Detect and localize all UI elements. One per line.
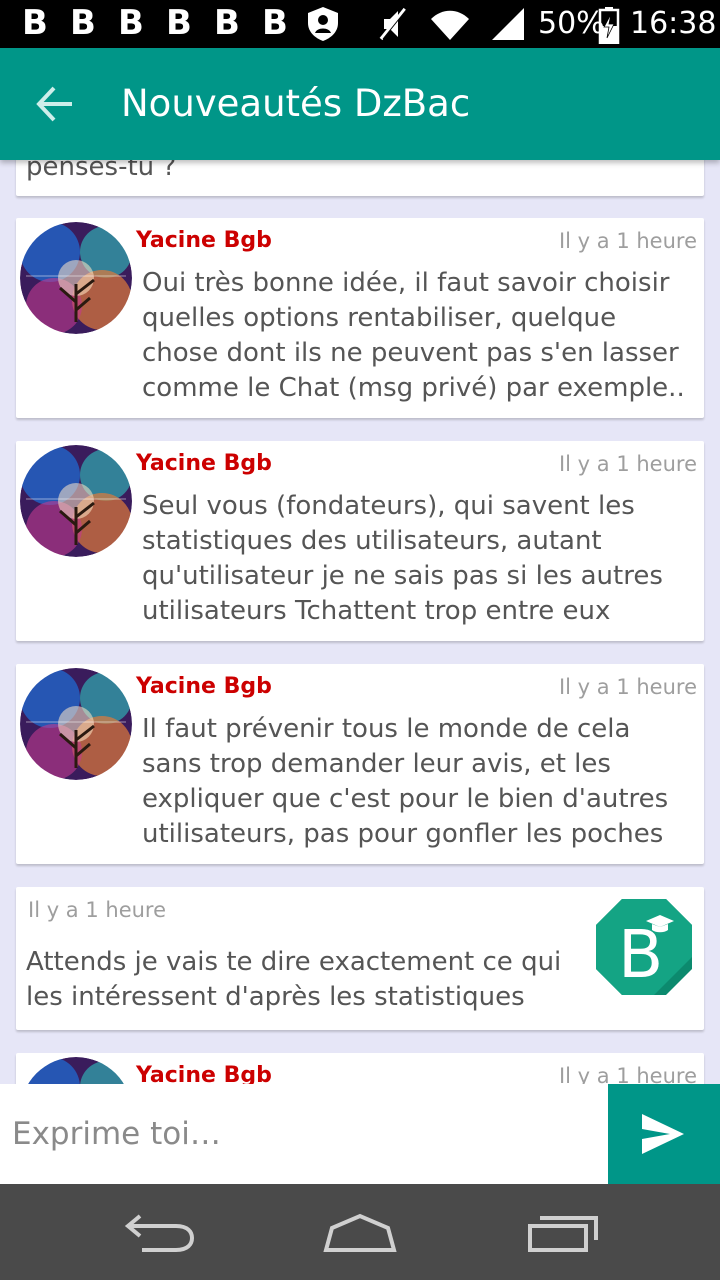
avatar[interactable] <box>20 222 132 334</box>
avatar[interactable] <box>20 445 132 557</box>
nav-home-icon <box>323 1213 397 1252</box>
message-time: Il y a 1 heure <box>558 229 697 253</box>
b-notification-icon: B <box>214 3 240 43</box>
message-card[interactable]: Yacine Bgb Il y a 1 heure Oui très bonne… <box>16 218 704 418</box>
message-time: Il y a 1 heure <box>558 675 697 699</box>
nav-back-icon <box>124 1214 195 1252</box>
message-composer <box>0 1084 720 1184</box>
dreamer-avatar-image <box>20 445 132 557</box>
message-text: Il faut prévenir tous le monde de cela s… <box>142 714 669 849</box>
message-input[interactable] <box>0 1084 596 1184</box>
back-button[interactable] <box>24 76 88 132</box>
status-bar: B B B B B B 50% 16:38 <box>0 0 720 48</box>
dreamer-avatar-image <box>20 668 132 780</box>
battery-percent: 50% <box>538 6 605 41</box>
nav-recents-icon <box>528 1216 598 1252</box>
b-notification-icon: B <box>118 3 144 43</box>
message-text: Oui très bonne idée, il faut savoir choi… <box>142 268 685 403</box>
nav-back-button[interactable] <box>120 1208 200 1258</box>
nav-home-button[interactable] <box>320 1208 400 1258</box>
author-name[interactable]: Yacine Bgb <box>136 226 272 256</box>
message-text: Seul vous (fondateurs), qui savent les s… <box>142 491 663 626</box>
message-card[interactable]: Yacine Bgb Il y a 1 heure Seul vous (fon… <box>16 441 704 641</box>
app-bar: Nouveautés DzBac <box>0 48 720 160</box>
avatar[interactable] <box>20 668 132 780</box>
nav-recents-button[interactable] <box>524 1208 604 1258</box>
battery-charging-icon <box>598 7 620 44</box>
signal-icon <box>492 8 524 40</box>
author-name[interactable]: Yacine Bgb <box>136 672 272 702</box>
b-notification-icon: B <box>70 3 96 43</box>
message-card[interactable]: Yacine Bgb Il y a 1 heure Il faut préven… <box>16 664 704 864</box>
author-name[interactable]: Yacine Bgb <box>136 449 272 479</box>
shield-icon <box>308 7 338 41</box>
dreamer-avatar-image <box>20 222 132 334</box>
arrow-back-icon <box>36 86 72 122</box>
message-card[interactable]: Il y a 1 heure Attends je vais te dire e… <box>16 887 704 1030</box>
b-notification-icon: B <box>22 3 48 43</box>
send-icon <box>642 1114 684 1154</box>
page-title: Nouveautés DzBac <box>121 82 471 125</box>
wifi-icon <box>431 10 469 40</box>
clock: 16:38 <box>630 6 717 41</box>
b-notification-icon: B <box>262 3 288 43</box>
b-notification-icon: B <box>166 3 192 43</box>
send-button[interactable] <box>608 1084 720 1184</box>
message-time: Il y a 1 heure <box>558 452 697 476</box>
navigation-bar <box>0 1184 720 1280</box>
mute-icon <box>379 7 408 41</box>
message-time: Il y a 1 heure <box>28 898 167 922</box>
message-text: Attends je vais te dire exactement ce qu… <box>26 947 562 1012</box>
dzbac-logo-icon[interactable]: B <box>594 897 694 997</box>
